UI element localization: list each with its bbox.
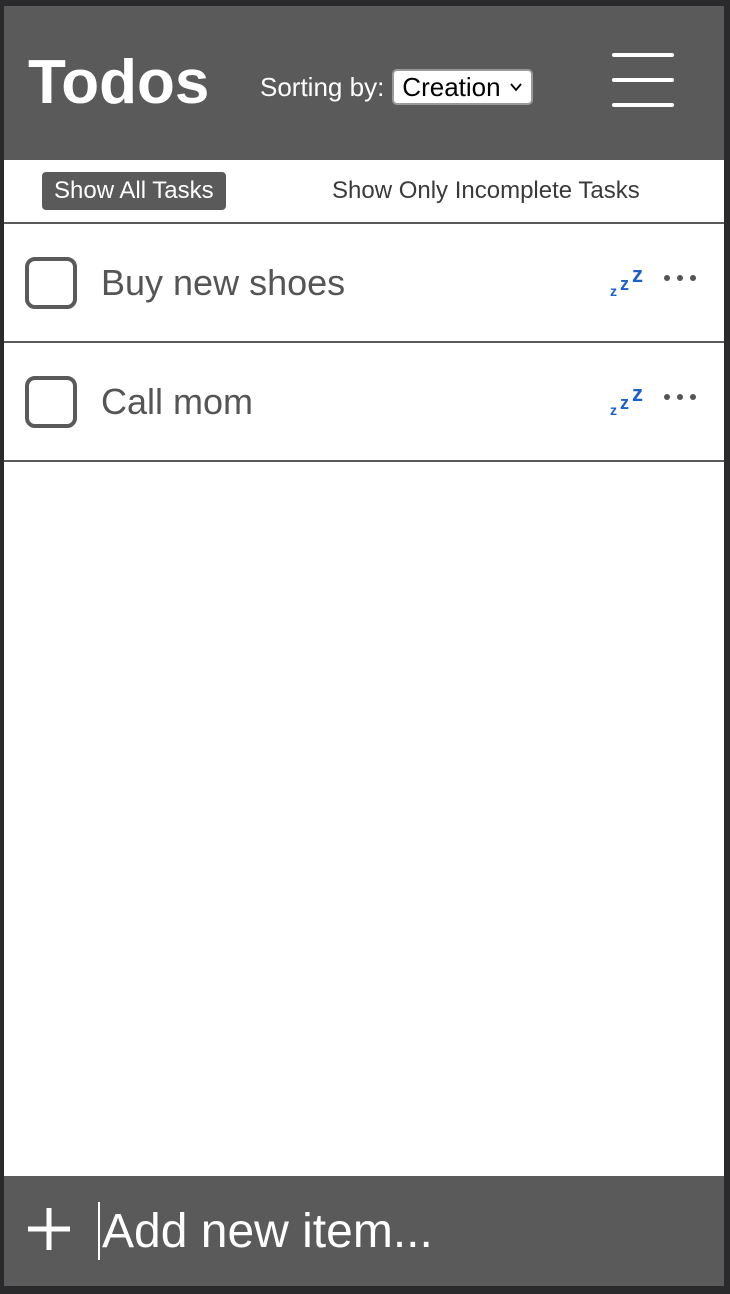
task-checkbox[interactable]: [25, 376, 77, 428]
more-options-icon[interactable]: [664, 387, 696, 407]
add-item-bar: [4, 1176, 724, 1286]
page-title: Todos: [28, 48, 210, 117]
task-label: Call mom: [101, 381, 254, 422]
filter-bar: Show All Tasks Show Only Incomplete Task…: [4, 160, 724, 224]
svg-text:z: z: [632, 262, 643, 287]
hamburger-menu-icon[interactable]: [612, 53, 674, 107]
task-item: Buy new shoes z z z: [4, 224, 724, 343]
dot: [677, 275, 683, 281]
chevron-down-icon: [509, 83, 522, 92]
plus-icon[interactable]: [26, 1206, 72, 1252]
menu-bar: [612, 103, 674, 107]
task-label: Buy new shoes: [101, 262, 346, 303]
app-window: Todos Sorting by: Creation Show All Task…: [4, 6, 724, 1286]
header-bar: Todos Sorting by: Creation: [4, 6, 724, 160]
sort-select-value: Creation: [402, 71, 501, 102]
sort-control: Sorting by: Creation: [260, 69, 533, 105]
dot: [664, 394, 670, 400]
menu-bar: [612, 78, 674, 82]
zzz-snooze-icon[interactable]: z z z: [610, 379, 652, 419]
dot: [690, 394, 696, 400]
more-options-icon[interactable]: [664, 268, 696, 288]
task-item: Call mom z z z: [4, 343, 724, 462]
svg-text:z: z: [610, 402, 617, 418]
menu-bar: [612, 53, 674, 57]
show-all-tasks-button[interactable]: Show All Tasks: [42, 172, 226, 210]
svg-text:z: z: [620, 274, 629, 294]
dot: [690, 275, 696, 281]
show-incomplete-tasks-button[interactable]: Show Only Incomplete Tasks: [332, 172, 640, 210]
sort-label: Sorting by:: [260, 71, 385, 102]
zzz-snooze-icon[interactable]: z z z: [610, 260, 652, 300]
svg-text:z: z: [620, 393, 629, 413]
sort-select[interactable]: Creation: [392, 69, 533, 105]
dot: [664, 275, 670, 281]
svg-text:z: z: [610, 283, 617, 299]
svg-text:z: z: [632, 381, 643, 406]
task-checkbox[interactable]: [25, 257, 77, 309]
dot: [677, 394, 683, 400]
task-list: Buy new shoes z z z Call mom z z z: [4, 224, 724, 1176]
add-item-input[interactable]: [98, 1202, 698, 1260]
